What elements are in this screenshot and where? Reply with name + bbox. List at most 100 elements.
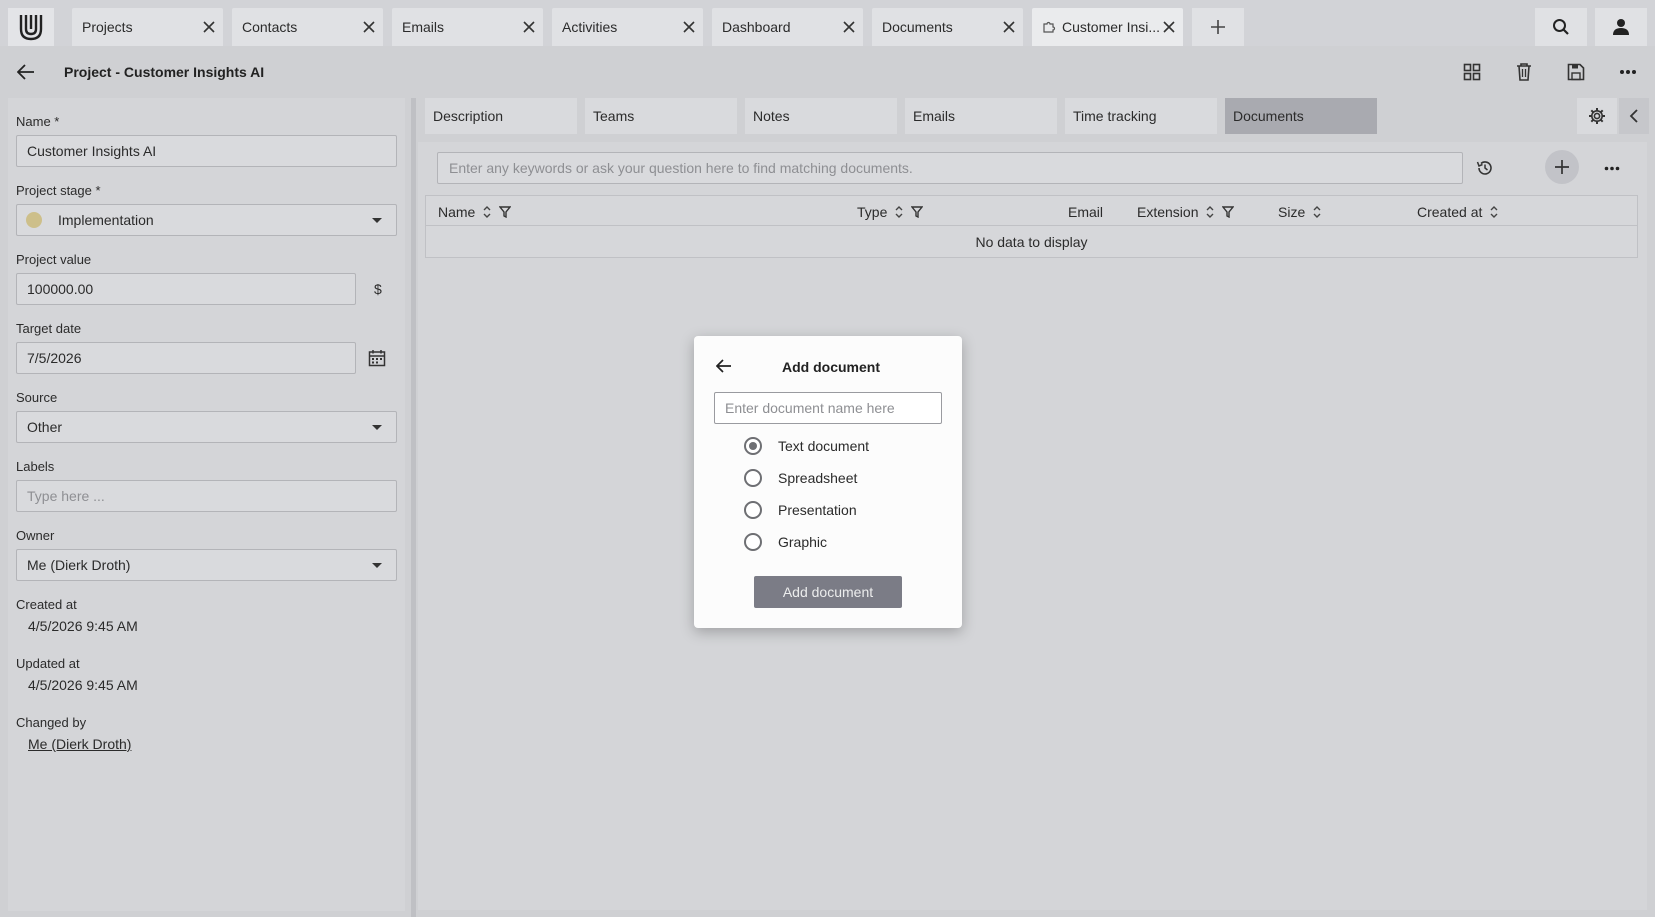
layout-button[interactable] (1460, 60, 1484, 84)
subtab-label: Notes (753, 108, 790, 124)
column-type[interactable]: Type (857, 204, 924, 220)
close-icon[interactable] (1161, 19, 1177, 35)
puzzle-icon (1042, 20, 1056, 34)
project-value-input[interactable]: 100000.00 (16, 273, 356, 305)
app-logo[interactable] (8, 8, 54, 46)
calendar-icon[interactable] (368, 349, 386, 367)
tab-projects[interactable]: Projects (72, 8, 223, 46)
column-label: Name (438, 204, 476, 220)
column-label: Created at (1417, 204, 1483, 220)
target-date-input[interactable]: 7/5/2026 (16, 342, 356, 374)
tab-customer-insights[interactable]: Customer Insi... (1032, 8, 1183, 46)
close-icon[interactable] (841, 19, 857, 35)
name-input[interactable]: Customer Insights AI (16, 135, 397, 167)
source-select[interactable]: Other (16, 411, 397, 443)
name-label: Name * (16, 114, 60, 129)
radio-graphic[interactable]: Graphic (744, 533, 827, 551)
sort-icon[interactable] (1206, 205, 1214, 219)
stage-select[interactable]: Implementation (16, 204, 397, 236)
tab-description[interactable]: Description (425, 98, 577, 134)
history-button[interactable] (1465, 150, 1505, 186)
chevron-down-icon (372, 425, 382, 430)
add-document-dialog: Add document Text document Spreadsheet P… (694, 336, 962, 628)
subtab-label: Emails (913, 108, 956, 124)
tab-teams[interactable]: Teams (585, 98, 737, 134)
column-email[interactable]: Email (1068, 204, 1103, 220)
tab-emails-sub[interactable]: Emails (905, 98, 1057, 134)
panel-splitter[interactable] (411, 98, 416, 917)
chevron-down-icon (372, 563, 382, 568)
user-menu-button[interactable] (1595, 8, 1647, 46)
owner-value: Me (Dierk Droth) (27, 557, 131, 573)
tab-emails[interactable]: Emails (392, 8, 543, 46)
column-size[interactable]: Size (1278, 204, 1321, 220)
tab-documents[interactable]: Documents (872, 8, 1023, 46)
radio-spreadsheet[interactable]: Spreadsheet (744, 469, 857, 487)
radio-button[interactable] (744, 437, 762, 455)
document-name-input[interactable] (714, 392, 942, 424)
tab-label: Activities (562, 19, 618, 35)
tab-documents-sub[interactable]: Documents (1225, 98, 1377, 134)
top-tab-bar: Projects Contacts Emails Activities Dash… (0, 0, 1655, 46)
close-icon[interactable] (681, 19, 697, 35)
tab-activities[interactable]: Activities (552, 8, 703, 46)
back-button[interactable] (14, 60, 38, 84)
radio-button[interactable] (744, 501, 762, 519)
subtab-label: Documents (1233, 108, 1304, 124)
documents-more-button[interactable] (1592, 150, 1632, 186)
plus-icon (1555, 160, 1569, 174)
changed-by-label: Changed by (16, 715, 87, 730)
target-date-label: Target date (16, 321, 82, 336)
changed-by-link[interactable]: Me (Dierk Droth) (28, 736, 131, 752)
labels-input[interactable]: Type here ... (16, 480, 397, 512)
collapse-panel-button[interactable] (1619, 98, 1649, 134)
chevron-down-icon (372, 218, 382, 223)
save-icon (1567, 63, 1585, 81)
filter-icon[interactable] (911, 206, 924, 218)
documents-grid-empty: No data to display (425, 226, 1638, 258)
tab-contacts[interactable]: Contacts (232, 8, 383, 46)
sort-icon[interactable] (895, 205, 903, 219)
radio-text-document[interactable]: Text document (744, 437, 869, 455)
chevron-left-icon (1629, 109, 1638, 123)
add-tab-button[interactable] (1192, 8, 1244, 46)
column-name[interactable]: Name (438, 204, 512, 220)
global-search-button[interactable] (1535, 8, 1587, 46)
radio-presentation[interactable]: Presentation (744, 501, 857, 519)
delete-button[interactable] (1512, 60, 1536, 84)
tab-label: Documents (882, 19, 953, 35)
radio-button[interactable] (744, 533, 762, 551)
arrow-left-icon (716, 359, 731, 373)
tab-notes[interactable]: Notes (745, 98, 897, 134)
radio-button[interactable] (744, 469, 762, 487)
column-created-at[interactable]: Created at (1417, 204, 1498, 220)
document-search-input[interactable]: Enter any keywords or ask your question … (437, 152, 1463, 184)
updated-at-value: 4/5/2026 9:45 AM (28, 677, 138, 693)
filter-icon[interactable] (499, 206, 512, 218)
column-extension[interactable]: Extension (1137, 204, 1235, 220)
currency-symbol: $ (374, 281, 382, 297)
dialog-back-button[interactable] (714, 356, 734, 376)
tab-settings-button[interactable] (1577, 98, 1617, 134)
add-document-button[interactable] (1545, 150, 1579, 184)
source-value: Other (27, 419, 63, 435)
page-title: Project - Customer Insights AI (64, 64, 265, 80)
owner-select[interactable]: Me (Dierk Droth) (16, 549, 397, 581)
sort-icon[interactable] (483, 205, 491, 219)
close-icon[interactable] (361, 19, 377, 35)
close-icon[interactable] (521, 19, 537, 35)
sort-icon[interactable] (1490, 205, 1498, 219)
sort-icon[interactable] (1313, 205, 1321, 219)
project-value: 100000.00 (27, 281, 94, 297)
labels-label: Labels (16, 459, 55, 474)
more-options-button[interactable] (1616, 60, 1640, 84)
stage-color-dot (26, 212, 42, 228)
tab-time-tracking[interactable]: Time tracking (1065, 98, 1217, 134)
close-icon[interactable] (1001, 19, 1017, 35)
close-icon[interactable] (201, 19, 217, 35)
tab-dashboard[interactable]: Dashboard (712, 8, 863, 46)
save-button[interactable] (1564, 60, 1588, 84)
arrow-left-icon (17, 64, 34, 80)
filter-icon[interactable] (1222, 206, 1235, 218)
add-document-submit-button[interactable]: Add document (754, 576, 902, 608)
